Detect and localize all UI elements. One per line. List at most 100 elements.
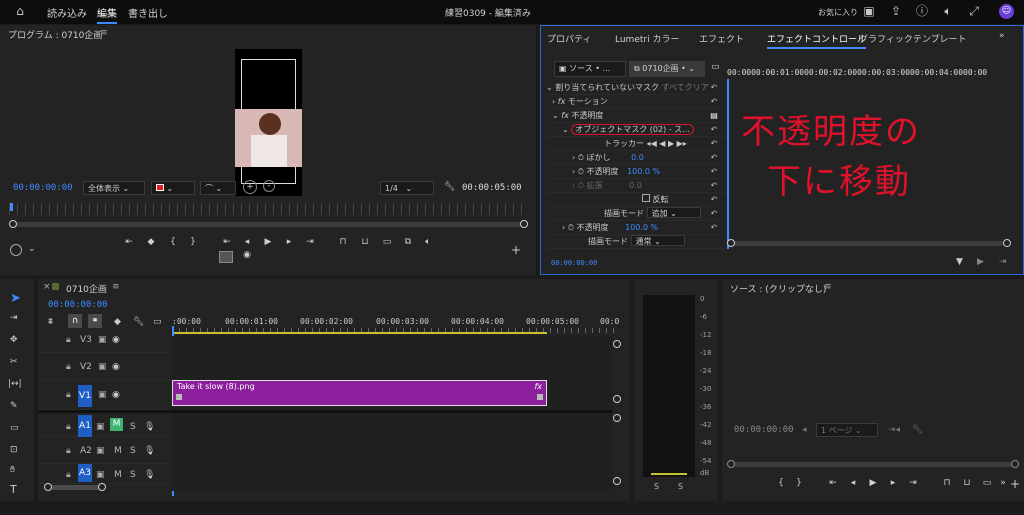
overwrite-icon[interactable]: ⊔ [960, 478, 974, 488]
mark-in-icon[interactable]: ⇤ [122, 237, 136, 247]
sync-icon[interactable]: ▣ [96, 422, 105, 432]
ec-row-invert[interactable]: 反転 [546, 193, 726, 207]
mask-opacity-value[interactable]: 100.0 % [627, 167, 660, 176]
clip-take-it-slow[interactable]: Take it slow (8).png fx [172, 380, 547, 406]
nav-import[interactable]: 読み込み [47, 5, 87, 20]
more-controls-icon[interactable]: » [996, 478, 1010, 488]
vscroll-handle[interactable] [613, 477, 621, 485]
program-playhead[interactable] [10, 203, 13, 211]
solo-button[interactable]: S [130, 422, 136, 432]
scroll-handle-left[interactable] [44, 483, 52, 491]
step-back-icon[interactable]: ◂ [240, 237, 254, 247]
add-button-icon[interactable]: + [511, 243, 521, 257]
play-icon[interactable]: ▶ [261, 237, 275, 247]
lock-icon[interactable]: 🔒︎ [66, 390, 71, 400]
go-to-in-icon[interactable]: ⇤ [220, 237, 234, 247]
timeline-hscroll[interactable] [48, 485, 104, 490]
selection-tool-icon[interactable]: ➤ [10, 291, 21, 306]
audio-icon[interactable]: 🔈︎ [421, 237, 435, 247]
go-to-out-icon[interactable]: ⇥ [906, 478, 920, 488]
sync-icon[interactable]: ▣ [98, 390, 107, 400]
close-icon[interactable]: × [43, 282, 51, 292]
ec-row-feather[interactable]: › ⏱ ぼかし 0.0 [546, 151, 726, 165]
ec-row-motion[interactable]: › fx モーション [546, 95, 726, 109]
reset-icon[interactable]: ↶ [709, 154, 719, 162]
fit-frame-icon[interactable]: ⇥◂ [888, 425, 900, 435]
step-back-icon[interactable]: ◂ [846, 478, 860, 488]
play-audio-icon[interactable]: ▶ [977, 257, 984, 267]
reset-icon[interactable]: ↶ [709, 98, 719, 106]
track-select-icon[interactable]: ⇥ [10, 313, 18, 323]
source-scrollbar[interactable] [730, 462, 1016, 467]
ec-row-opacity[interactable]: ⌄ fx 不透明度 [546, 109, 726, 123]
mic-icon[interactable]: 🎙︎ [144, 446, 155, 456]
lift-icon[interactable]: ⊓ [336, 237, 350, 247]
camera-icon[interactable]: ◉ [240, 250, 254, 260]
timeline-timecode[interactable]: 00:00:00:00 [48, 300, 108, 310]
extract-icon[interactable]: ⊔ [358, 237, 372, 247]
volume-icon[interactable]: 🔈︎ [941, 4, 955, 18]
eye-icon[interactable]: ◉ [112, 362, 120, 372]
slip-icon[interactable]: |↔| [8, 379, 22, 389]
ec-scrollbar[interactable] [731, 241, 1003, 246]
compare-icon[interactable]: ⧉ [401, 237, 415, 247]
program-scrollbar[interactable] [12, 222, 524, 227]
track-name[interactable]: A3 [78, 464, 92, 482]
vscroll-handle[interactable] [613, 340, 621, 348]
scroll-handle-right[interactable] [1011, 460, 1019, 468]
ec-row-tracker[interactable]: トラッカー ◂◀ ◀ ▶ ▶▸ [546, 137, 726, 151]
clip-fx-badge[interactable]: fx [534, 382, 542, 391]
scroll-handle-right[interactable] [1003, 239, 1011, 247]
fullscreen-icon[interactable]: ⤢ [967, 4, 981, 18]
invert-checkbox[interactable] [642, 194, 650, 202]
sync-icon[interactable]: ▣ [98, 335, 107, 345]
export-frame-icon[interactable]: ▭ [980, 478, 994, 488]
razor-icon[interactable]: ✂ [10, 357, 18, 367]
work-area-bar[interactable] [172, 332, 547, 334]
filter-icon[interactable]: ▼ [956, 257, 963, 267]
ec-row-expansion[interactable]: › ⏱ 拡張 0.0 [546, 179, 726, 193]
settings-icon[interactable] [10, 244, 22, 256]
mute-button[interactable]: M [114, 446, 122, 456]
type-tool-icon[interactable]: T [10, 483, 17, 496]
reset-icon[interactable]: ↶ [709, 126, 719, 134]
lock-icon[interactable]: 🔒︎ [66, 335, 71, 345]
resolution-dropdown[interactable]: 1/4 ⌄ [380, 181, 434, 195]
clip-dropdown[interactable]: ⧉ 0710企画 • ⌄ [629, 61, 705, 77]
mic-icon[interactable]: 🎙︎ [144, 470, 155, 480]
pen-icon[interactable]: ✎ [10, 401, 18, 411]
go-to-in-icon[interactable]: ⇤ [826, 478, 840, 488]
export-frame-icon[interactable]: ▭ [380, 237, 394, 247]
out-point-icon[interactable]: } [186, 237, 200, 247]
reset-icon[interactable]: ↶ [709, 182, 719, 190]
scroll-handle-right[interactable] [98, 483, 106, 491]
comment-icon[interactable]: ▤ [709, 112, 719, 120]
solo-button[interactable]: S [130, 470, 136, 480]
ec-row-object-mask[interactable]: ⌄ オブジェクトマスク (02) - ス... [546, 123, 726, 137]
export-icon[interactable]: ⇥ [999, 257, 1007, 267]
wrench-icon[interactable]: 🔧︎ [444, 182, 455, 192]
tab-lumetri[interactable]: Lumetri カラー [615, 32, 679, 45]
eye-icon[interactable]: ◉ [112, 335, 120, 345]
solo-right[interactable]: S [678, 482, 683, 491]
lock-icon[interactable]: 🔒︎ [66, 446, 71, 456]
layer-blend-dropdown[interactable]: 通常 ⌄ [630, 235, 685, 246]
eye-icon[interactable]: ◉ [112, 390, 120, 400]
reset-icon[interactable]: ↶ [709, 140, 719, 148]
panel-menu-icon[interactable]: ≡ [100, 28, 108, 38]
track-name[interactable]: V1 [78, 385, 92, 407]
reset-icon[interactable]: ↶ [709, 168, 719, 176]
in-point-icon[interactable]: { [774, 478, 788, 488]
lock-icon[interactable]: 🔒︎ [66, 422, 71, 432]
reset-icon[interactable]: ↶ [709, 196, 719, 204]
step-forward-icon[interactable]: ▸ [886, 478, 900, 488]
chevron-down-icon[interactable]: ⌄ [28, 244, 36, 254]
track-lanes[interactable] [172, 336, 612, 491]
sync-icon[interactable]: ▣ [98, 362, 107, 372]
step-forward-icon[interactable]: ▸ [282, 237, 296, 247]
favorites-button[interactable]: お気に入り [818, 7, 858, 18]
tab-properties[interactable]: プロパティ [547, 32, 591, 45]
feather-value[interactable]: 0.0 [631, 153, 644, 162]
tracker-controls[interactable]: ◂◀ ◀ ▶ ▶▸ [647, 139, 687, 148]
play-icon[interactable]: ▶ [866, 478, 880, 488]
